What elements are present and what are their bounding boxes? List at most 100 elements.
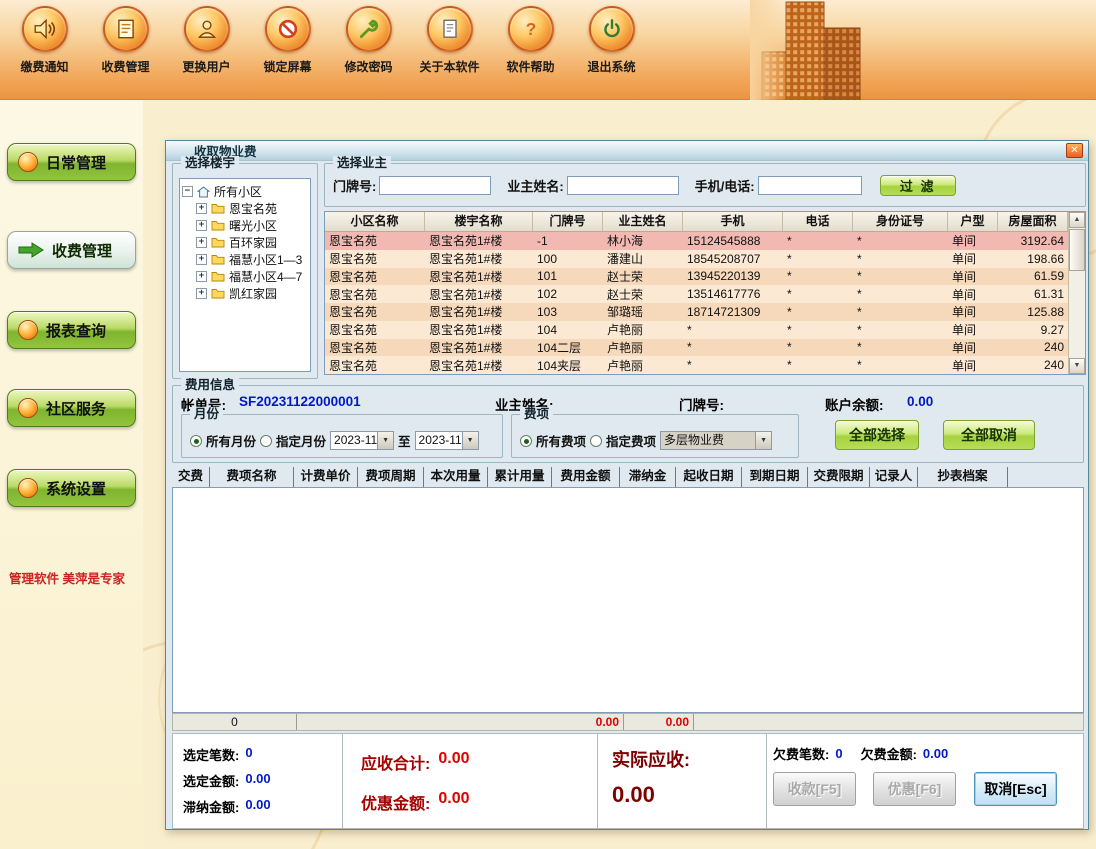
owner-cell: *: [853, 340, 948, 354]
tree-collapse-icon[interactable]: −: [182, 186, 193, 197]
toolbar-label-payment-notice: 缴费通知: [4, 58, 85, 75]
owner-cell: 103: [533, 305, 603, 319]
toolbar-button-switch-user[interactable]: 更换用户: [166, 4, 247, 75]
tree-node-root[interactable]: − 所有小区: [182, 183, 308, 200]
owner-cell: 61.31: [998, 287, 1068, 301]
tree-expand-icon[interactable]: +: [196, 254, 207, 265]
fee-col-header-0: 交费: [172, 467, 210, 487]
filter-button[interactable]: 过 滤: [880, 175, 956, 196]
selected-amount-value: 0.00: [245, 771, 270, 790]
close-icon[interactable]: ✕: [1066, 143, 1083, 158]
owner-cell: 125.88: [998, 305, 1068, 319]
building-tree: − 所有小区+恩宝名苑+曙光小区+百环家园+福慧小区1—3+福慧小区4—7+凯红家…: [179, 178, 311, 372]
specify-month-radio[interactable]: [260, 435, 272, 447]
owner-cell: 恩宝名苑1#楼: [425, 232, 533, 249]
sidebar-item-report-query[interactable]: 报表查询: [7, 311, 136, 349]
owner-cell: *: [853, 252, 948, 266]
late-fee-label: 滞纳金额:: [183, 797, 239, 816]
tree-expand-icon[interactable]: +: [196, 288, 207, 299]
tree-expand-icon[interactable]: +: [196, 203, 207, 214]
cancel-all-button[interactable]: 全部取消: [943, 420, 1035, 450]
sidebar-item-fee-management[interactable]: 收费管理: [7, 231, 136, 269]
owner-table-row-5[interactable]: 恩宝名苑恩宝名苑1#楼104卢艳丽***单间9.27: [325, 321, 1068, 339]
owner-table-row-4[interactable]: 恩宝名苑恩宝名苑1#楼103邹璐瑶18714721309**单间125.88: [325, 303, 1068, 321]
fee-col-header-10: 交费限期: [808, 467, 870, 487]
month-from-select[interactable]: 2023-11 ▼: [330, 431, 394, 450]
phone-label: 手机/电话:: [695, 176, 755, 195]
owner-col-header-4: 手机: [683, 212, 783, 231]
all-months-radio[interactable]: [190, 435, 202, 447]
tree-node-5[interactable]: +凯红家园: [182, 285, 308, 302]
document-icon: [427, 6, 473, 52]
sidebar-label-fee-management: 收费管理: [52, 240, 112, 261]
arrears-count-value: 0: [835, 746, 842, 761]
tree-expand-icon[interactable]: +: [196, 271, 207, 282]
owner-name-input[interactable]: [567, 176, 679, 195]
owner-table-row-0[interactable]: 恩宝名苑恩宝名苑1#楼-1林小海15124545888**单间3192.64: [325, 232, 1068, 250]
phone-input[interactable]: [758, 176, 862, 195]
balance-value: 0.00: [907, 394, 933, 409]
chevron-down-icon: ▼: [462, 432, 478, 449]
top-toolbar: 缴费通知收费管理更换用户锁定屏幕修改密码关于本软件?软件帮助退出系统: [0, 0, 1096, 100]
month-from-value: 2023-11: [331, 432, 377, 449]
toolbar-button-exit-system[interactable]: 退出系统: [571, 4, 652, 75]
toolbar-button-lock-screen[interactable]: 锁定屏幕: [247, 4, 328, 75]
all-fees-radio[interactable]: [520, 435, 532, 447]
owner-cell: *: [683, 358, 783, 372]
sidebar-item-community-service[interactable]: 社区服务: [7, 389, 136, 427]
owner-table-scrollbar[interactable]: ▲ ▼: [1068, 212, 1085, 374]
building-photo: [750, 0, 880, 100]
month-to-select[interactable]: 2023-11 ▼: [415, 431, 479, 450]
toolbar-items: 缴费通知收费管理更换用户锁定屏幕修改密码关于本软件?软件帮助退出系统: [4, 4, 652, 75]
owner-table-row-3[interactable]: 恩宝名苑恩宝名苑1#楼102赵士荣13514617776**单间61.31: [325, 285, 1068, 303]
owner-cell: 13514617776: [683, 287, 783, 301]
sidebar-item-system-settings[interactable]: 系统设置: [7, 469, 136, 507]
fee-col-header-7: 滞纳金: [620, 467, 676, 487]
owner-table-row-6[interactable]: 恩宝名苑恩宝名苑1#楼104二层卢艳丽***单间240: [325, 339, 1068, 357]
toolbar-button-payment-notice[interactable]: 缴费通知: [4, 4, 85, 75]
sphere-icon: [18, 398, 38, 418]
tree-expand-icon[interactable]: +: [196, 220, 207, 231]
owner-cell: 恩宝名苑: [325, 232, 425, 249]
tree-expand-icon[interactable]: +: [196, 237, 207, 248]
tree-node-1[interactable]: +曙光小区: [182, 217, 308, 234]
toolbar-button-change-password[interactable]: 修改密码: [328, 4, 409, 75]
cancel-button[interactable]: 取消[Esc]: [974, 772, 1057, 806]
tree-node-4[interactable]: +福慧小区4—7: [182, 268, 308, 285]
specify-fees-radio[interactable]: [590, 435, 602, 447]
scroll-down-icon[interactable]: ▼: [1069, 358, 1085, 374]
owner-cell: 单间: [948, 268, 998, 285]
owner-cell: 15124545888: [683, 234, 783, 248]
owner-cell: 恩宝名苑: [325, 286, 425, 303]
fee-table-header: 交费费项名称计费单价费项周期本次用量累计用量费用金额滞纳金起收日期到期日期交费限…: [172, 467, 1084, 487]
toolbar-button-fee-management[interactable]: 收费管理: [85, 4, 166, 75]
pay-button[interactable]: 收款[F5]: [773, 772, 856, 806]
fee-door-label: 门牌号:: [679, 394, 724, 414]
owner-table-row-7[interactable]: 恩宝名苑恩宝名苑1#楼104夹层卢艳丽***单间240: [325, 356, 1068, 374]
actual-due-value: 0.00: [612, 782, 655, 808]
tree-node-2[interactable]: +百环家园: [182, 234, 308, 251]
fee-item-select[interactable]: 多层物业费 ▼: [660, 431, 772, 450]
tree-node-3[interactable]: +福慧小区1—3: [182, 251, 308, 268]
select-all-button[interactable]: 全部选择: [835, 420, 919, 450]
tree-node-label: 所有小区: [214, 183, 262, 200]
owner-table-row-1[interactable]: 恩宝名苑恩宝名苑1#楼100潘建山18545208707**单间198.66: [325, 250, 1068, 268]
owner-cell: *: [783, 323, 853, 337]
sidebar-item-daily-management[interactable]: 日常管理: [7, 143, 136, 181]
fee-col-header-6: 费用金额: [552, 467, 620, 487]
scrollbar-thumb[interactable]: [1069, 229, 1085, 271]
window-titlebar[interactable]: 收取物业费 ✕: [166, 141, 1088, 161]
owner-cell: 101: [533, 269, 603, 283]
owner-table-row-2[interactable]: 恩宝名苑恩宝名苑1#楼101赵士荣13945220139**单间61.59: [325, 268, 1068, 286]
actual-due-label: 实际应收:: [612, 746, 690, 772]
owner-col-header-3: 业主姓名: [603, 212, 683, 231]
tree-node-0[interactable]: +恩宝名苑: [182, 200, 308, 217]
discount-button[interactable]: 优惠[F6]: [873, 772, 956, 806]
owner-cell: 恩宝名苑: [325, 357, 425, 374]
toolbar-button-software-help[interactable]: ?软件帮助: [490, 4, 571, 75]
toolbar-button-about-software[interactable]: 关于本软件: [409, 4, 490, 75]
scroll-up-icon[interactable]: ▲: [1069, 212, 1085, 228]
door-number-input[interactable]: [379, 176, 491, 195]
fee-table-body[interactable]: [172, 487, 1084, 713]
user-icon: [184, 6, 230, 52]
